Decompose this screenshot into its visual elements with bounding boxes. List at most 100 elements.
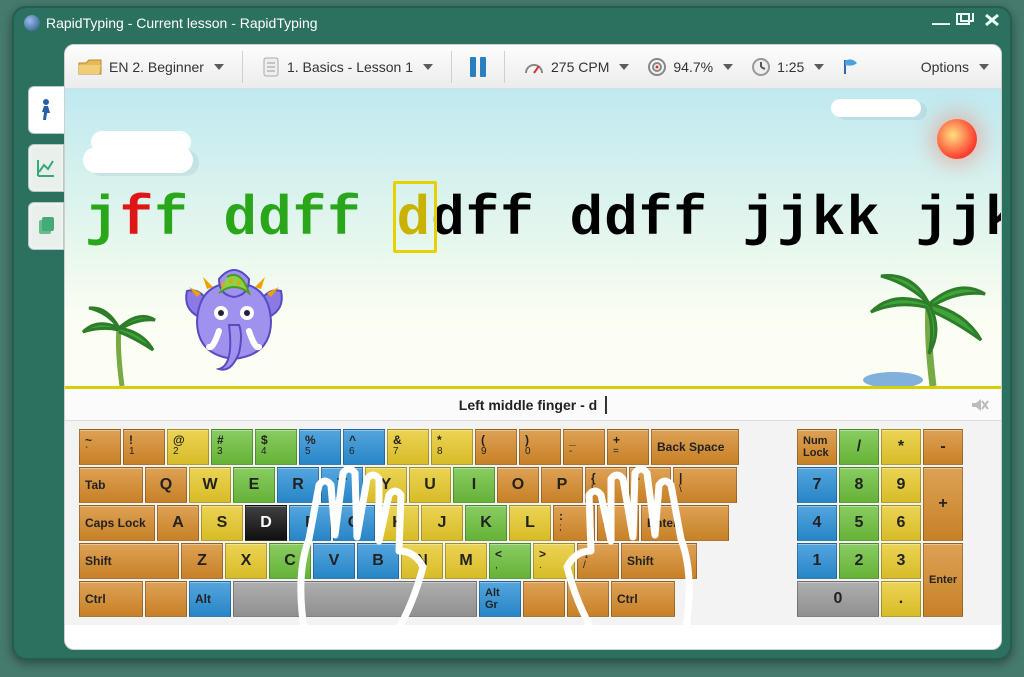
titlebar[interactable]: RapidTyping - Current lesson - RapidTypi… (14, 8, 1010, 38)
key--[interactable]: ~` (79, 429, 121, 465)
key-f[interactable]: F (289, 505, 331, 541)
key--[interactable]: #3 (211, 429, 253, 465)
mute-icon[interactable] (969, 395, 989, 418)
key-j[interactable]: J (421, 505, 463, 541)
key-6[interactable]: 6 (881, 505, 921, 541)
key-h[interactable]: H (377, 505, 419, 541)
minimize-button[interactable]: — (932, 13, 946, 34)
key-m[interactable]: M (445, 543, 487, 579)
options-menu[interactable]: Options (921, 59, 989, 75)
key-b[interactable]: B (357, 543, 399, 579)
key-o[interactable]: O (497, 467, 539, 503)
key-w[interactable]: W (189, 467, 231, 503)
key-n[interactable]: N (401, 543, 443, 579)
lesson-selector[interactable]: 1. Basics - Lesson 1 (261, 56, 433, 78)
time-selector[interactable]: 1:25 (751, 57, 824, 77)
key--[interactable]: _- (563, 429, 605, 465)
key-g[interactable]: G (333, 505, 375, 541)
key-enter[interactable]: Enter (641, 505, 729, 541)
key-ctrl[interactable]: Ctrl (611, 581, 675, 617)
key--[interactable]: }] (629, 467, 671, 503)
key-i[interactable]: I (453, 467, 495, 503)
key--[interactable]: / (839, 429, 879, 465)
gauge-icon (523, 58, 545, 76)
key-l[interactable]: L (509, 505, 551, 541)
tab-lessons-list[interactable] (28, 202, 64, 250)
key-p[interactable]: P (541, 467, 583, 503)
course-selector[interactable]: EN 2. Beginner (77, 56, 224, 78)
key-caps-lock[interactable]: Caps Lock (79, 505, 155, 541)
key-3[interactable]: 3 (881, 543, 921, 579)
key-7[interactable]: 7 (797, 467, 837, 503)
tab-statistics[interactable] (28, 144, 64, 192)
key-q[interactable]: Q (145, 467, 187, 503)
key-num-lock[interactable]: Num Lock (797, 429, 837, 465)
key-blank[interactable] (233, 581, 477, 617)
tab-lesson[interactable] (28, 86, 64, 134)
key-2[interactable]: 2 (839, 543, 879, 579)
key-numpad-enter[interactable]: Enter (923, 543, 963, 617)
key-1[interactable]: 1 (797, 543, 837, 579)
key--[interactable]: !1 (123, 429, 165, 465)
key--[interactable]: |\ (673, 467, 737, 503)
key--[interactable]: "' (597, 505, 639, 541)
maximize-button[interactable] (956, 13, 974, 34)
key-tab[interactable]: Tab (79, 467, 143, 503)
key-alt-gr[interactable]: Alt Gr (479, 581, 521, 617)
key-a[interactable]: A (157, 505, 199, 541)
key-blank[interactable] (145, 581, 187, 617)
close-button[interactable] (984, 13, 1000, 34)
key--[interactable]: . (881, 581, 921, 617)
key--[interactable]: >. (533, 543, 575, 579)
key-blank[interactable] (567, 581, 609, 617)
key--[interactable]: ?/ (577, 543, 619, 579)
key--[interactable]: ^6 (343, 429, 385, 465)
key-0[interactable]: 0 (797, 581, 879, 617)
key--[interactable]: %5 (299, 429, 341, 465)
key-5[interactable]: 5 (839, 505, 879, 541)
key--[interactable]: += (607, 429, 649, 465)
key-8[interactable]: 8 (839, 467, 879, 503)
cloud-decoration (831, 99, 921, 117)
key-y[interactable]: Y (365, 467, 407, 503)
chevron-down-icon (423, 64, 433, 70)
key--[interactable]: )0 (519, 429, 561, 465)
hint-text: Left middle finger - d (459, 397, 597, 413)
key--[interactable]: &7 (387, 429, 429, 465)
key-numpad-plus[interactable]: + (923, 467, 963, 541)
separator (451, 51, 452, 83)
key--[interactable]: @2 (167, 429, 209, 465)
key-r[interactable]: R (277, 467, 319, 503)
key-back-space[interactable]: Back Space (651, 429, 739, 465)
accuracy-selector[interactable]: 94.7% (647, 57, 733, 77)
key-e[interactable]: E (233, 467, 275, 503)
key--[interactable]: - (923, 429, 963, 465)
key-s[interactable]: S (201, 505, 243, 541)
side-tabs (28, 86, 64, 250)
key-ctrl[interactable]: Ctrl (79, 581, 143, 617)
key--[interactable]: {[ (585, 467, 627, 503)
key--[interactable]: (9 (475, 429, 517, 465)
key-x[interactable]: X (225, 543, 267, 579)
flag-button[interactable] (842, 58, 864, 76)
key-v[interactable]: V (313, 543, 355, 579)
key-u[interactable]: U (409, 467, 451, 503)
key-k[interactable]: K (465, 505, 507, 541)
key-4[interactable]: 4 (797, 505, 837, 541)
key--[interactable]: $4 (255, 429, 297, 465)
key-d[interactable]: D (245, 505, 287, 541)
key--[interactable]: <, (489, 543, 531, 579)
key-c[interactable]: C (269, 543, 311, 579)
key--[interactable]: * (881, 429, 921, 465)
speed-selector[interactable]: 275 CPM (523, 58, 629, 76)
key-alt[interactable]: Alt (189, 581, 231, 617)
key-blank[interactable] (523, 581, 565, 617)
key-shift[interactable]: Shift (621, 543, 697, 579)
key-9[interactable]: 9 (881, 467, 921, 503)
key-shift[interactable]: Shift (79, 543, 179, 579)
key--[interactable]: :; (553, 505, 595, 541)
key-t[interactable]: T (321, 467, 363, 503)
key-z[interactable]: Z (181, 543, 223, 579)
key--[interactable]: *8 (431, 429, 473, 465)
pause-button[interactable] (470, 57, 486, 77)
